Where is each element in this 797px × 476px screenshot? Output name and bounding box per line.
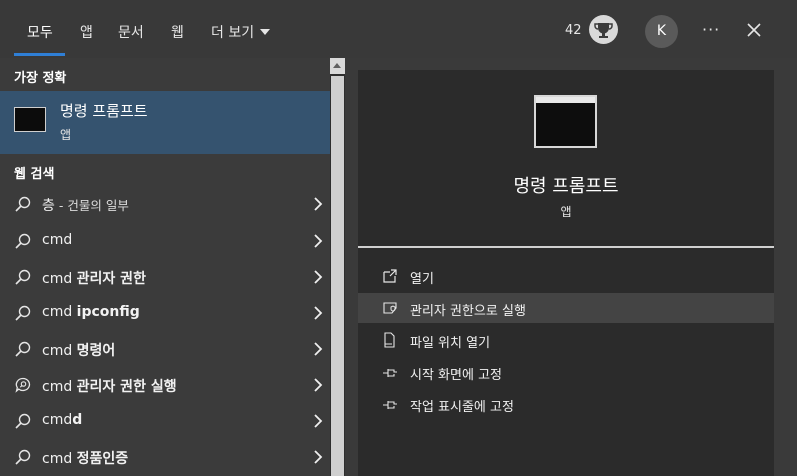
web-search-item[interactable]: cmd 명령어 — [0, 331, 330, 367]
scrollbar[interactable] — [330, 58, 345, 476]
pin-icon — [383, 401, 397, 409]
search-query: cmd — [42, 232, 73, 248]
search-window: 모두 앱 문서 웹 더 보기 42 K ··· 가장 정확 명령 프롬프트 앱 — [0, 0, 797, 476]
command-prompt-icon — [14, 107, 46, 132]
web-search-item[interactable]: cmd 관리자 권한 — [0, 259, 330, 295]
pin-icon — [383, 369, 397, 377]
best-match-subtitle: 앱 — [60, 128, 72, 142]
avatar[interactable]: K — [645, 15, 678, 48]
best-match-heading: 가장 정확 — [14, 71, 67, 86]
search-query: 층 — [42, 198, 55, 214]
search-query: cmd — [42, 379, 77, 395]
action-run-as-admin[interactable]: 관리자 권한으로 실행 — [358, 293, 774, 323]
web-search-item[interactable]: cmdd — [0, 403, 330, 439]
search-note: - 건물의 일부 — [58, 198, 129, 213]
action-pin-to-taskbar[interactable]: 작업 표시줄에 고정 — [358, 389, 774, 419]
tab-more[interactable]: 더 보기 — [211, 22, 271, 42]
divider — [358, 246, 774, 248]
rewards-count: 42 — [565, 23, 582, 38]
search-icon — [15, 341, 31, 357]
action-open-file-location[interactable]: 파일 위치 열기 — [358, 325, 774, 355]
tab-all[interactable]: 모두 — [27, 22, 53, 42]
action-open[interactable]: 열기 — [358, 261, 774, 291]
chevron-right-icon[interactable] — [313, 378, 323, 392]
action-label: 관리자 권한으로 실행 — [410, 304, 526, 319]
search-suggestion: 정품인증 — [76, 451, 129, 467]
web-search-heading: 웹 검색 — [14, 167, 55, 182]
chevron-right-icon[interactable] — [313, 414, 323, 428]
chevron-right-icon[interactable] — [313, 270, 323, 284]
search-icon — [15, 196, 31, 212]
search-suggestion: ipconfig — [76, 304, 140, 320]
tab-more-label: 더 보기 — [211, 25, 255, 41]
search-query: cmd — [42, 271, 77, 287]
command-prompt-icon — [534, 95, 597, 148]
chevron-right-icon[interactable] — [313, 234, 323, 248]
preview-subtitle: 앱 — [560, 205, 572, 219]
shield-icon — [383, 302, 397, 314]
search-icon — [15, 233, 31, 249]
action-pin-to-start[interactable]: 시작 화면에 고정 — [358, 357, 774, 387]
preview-panel: 명령 프롬프트 앱 열기 관리자 권한으로 실행 파일 위치 열기 시작 화면에… — [358, 70, 774, 476]
action-label: 파일 위치 열기 — [410, 336, 491, 351]
chevron-right-icon[interactable] — [313, 197, 323, 211]
chat-search-icon — [15, 377, 31, 393]
chevron-down-icon — [260, 29, 271, 35]
scroll-up-button[interactable] — [330, 58, 345, 74]
search-suggestion: 관리자 권한 실행 — [76, 379, 177, 395]
search-icon — [15, 305, 31, 321]
action-label: 시작 화면에 고정 — [410, 368, 502, 383]
best-match-item[interactable]: 명령 프롬프트 앱 — [0, 91, 330, 154]
search-query: cmd — [42, 412, 73, 428]
action-label: 열기 — [410, 272, 434, 287]
file-location-icon — [384, 332, 395, 348]
search-icon — [15, 269, 31, 285]
open-icon — [383, 269, 397, 283]
search-icon — [15, 449, 31, 465]
search-suggestion: 명령어 — [76, 343, 116, 359]
chevron-right-icon[interactable] — [313, 342, 323, 356]
action-label: 작업 표시줄에 고정 — [410, 400, 514, 415]
web-search-item[interactable]: cmd ipconfig — [0, 295, 330, 331]
search-query: cmd — [42, 343, 77, 359]
search-icon — [15, 413, 31, 429]
search-query: cmd — [42, 304, 77, 320]
chevron-right-icon[interactable] — [313, 306, 323, 320]
web-search-item[interactable]: cmd 관리자 권한 실행 — [0, 367, 330, 403]
search-suggestion: 관리자 권한 — [76, 271, 146, 287]
rewards-trophy-icon[interactable] — [589, 15, 618, 44]
scrollbar-thumb[interactable] — [331, 76, 344, 476]
chevron-right-icon[interactable] — [313, 450, 323, 464]
tab-web[interactable]: 웹 — [171, 22, 184, 42]
tab-apps[interactable]: 앱 — [80, 22, 93, 42]
best-match-title: 명령 프롬프트 — [60, 102, 148, 120]
preview-title: 명령 프롬프트 — [513, 176, 619, 197]
web-search-item[interactable]: cmd 정품인증 — [0, 439, 330, 475]
top-bar: 모두 앱 문서 웹 더 보기 42 K ··· — [0, 0, 797, 58]
chevron-up-icon — [333, 63, 341, 68]
active-tab-indicator — [14, 53, 65, 56]
results-list: 가장 정확 명령 프롬프트 앱 웹 검색 층- 건물의 일부 cmd cmd 관… — [0, 58, 330, 476]
more-options-icon[interactable]: ··· — [702, 20, 720, 39]
search-query: cmd — [42, 451, 77, 467]
search-suggestion: d — [72, 412, 83, 428]
web-search-item[interactable]: cmd — [0, 223, 330, 259]
web-search-item[interactable]: 층- 건물의 일부 — [0, 186, 330, 222]
close-icon[interactable] — [745, 21, 763, 39]
tab-documents[interactable]: 문서 — [118, 22, 144, 42]
